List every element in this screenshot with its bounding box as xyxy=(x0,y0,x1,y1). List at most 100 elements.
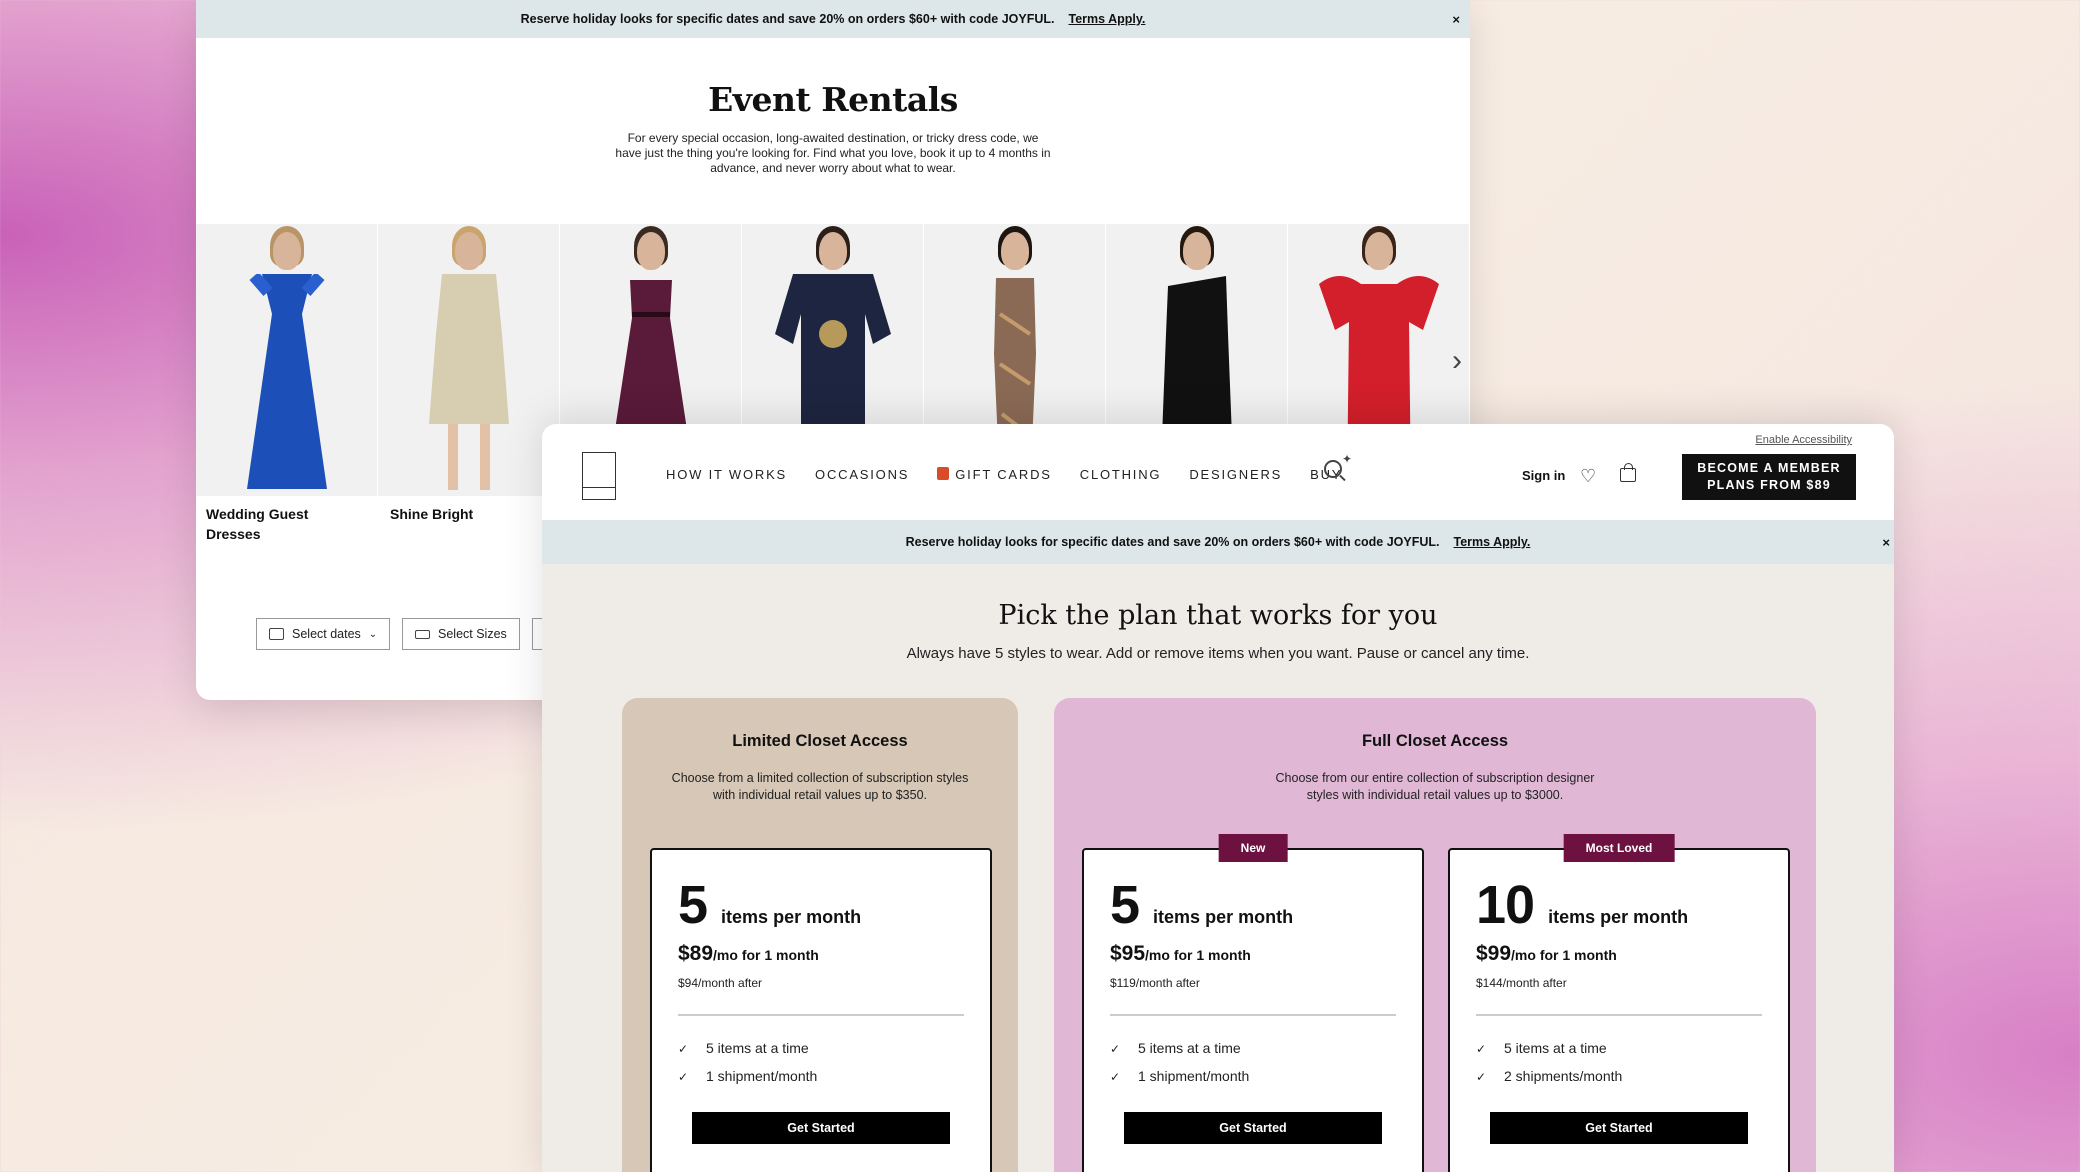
logo-line xyxy=(583,487,615,488)
close-icon[interactable]: × xyxy=(1882,535,1890,550)
nav-links: HOW IT WORKS OCCASIONS GIFT CARDS CLOTHI… xyxy=(666,467,1342,482)
dress-image-blue[interactable] xyxy=(196,224,377,496)
price-suffix: /mo for 1 month xyxy=(1511,947,1617,963)
head-shape xyxy=(272,232,301,270)
page-title: Event Rentals xyxy=(708,80,958,119)
divider xyxy=(678,1014,964,1016)
dress-image-sequin[interactable] xyxy=(378,224,559,496)
price-amount: $99 xyxy=(1476,942,1512,965)
head-shape xyxy=(1182,232,1211,270)
sign-in-link[interactable]: Sign in xyxy=(1522,468,1565,483)
get-started-button[interactable]: Get Started xyxy=(692,1112,950,1144)
ruler-icon xyxy=(415,629,430,639)
nav-designers[interactable]: DESIGNERS xyxy=(1189,467,1282,482)
search-icon[interactable] xyxy=(1324,460,1342,478)
head-shape xyxy=(818,232,847,270)
feature-text: 5 items at a time xyxy=(706,1040,809,1056)
close-icon[interactable]: × xyxy=(1452,12,1460,27)
new-badge: New xyxy=(1218,834,1288,862)
head-shape xyxy=(454,232,483,270)
panel-description: Choose from our entire collection of sub… xyxy=(1275,771,1595,802)
plans-heading: Pick the plan that works for you xyxy=(998,600,1438,631)
head-shape xyxy=(636,232,665,270)
gift-icon xyxy=(937,467,950,480)
price-amount: $89 xyxy=(678,942,714,965)
panel-title: Full Closet Access xyxy=(1361,732,1509,750)
shopping-bag-icon[interactable] xyxy=(1620,463,1636,482)
select-dates-label: Select dates xyxy=(292,627,361,641)
check-icon: ✓ xyxy=(678,1070,689,1084)
member-line2: PLANS FROM $89 xyxy=(1707,478,1831,492)
nav-gift-cards-label: GIFT CARDS xyxy=(955,467,1052,482)
top-nav: HOW IT WORKS OCCASIONS GIFT CARDS CLOTHI… xyxy=(542,424,1894,520)
plan-qty-unit: items per month xyxy=(1153,907,1294,927)
member-line1: BECOME A MEMBER xyxy=(1697,461,1841,475)
select-dates-button[interactable]: Select dates ⌄ xyxy=(256,618,391,650)
dress-blue xyxy=(246,274,327,489)
sparkle-icon: ✦ xyxy=(1342,452,1353,466)
get-started-button[interactable]: Get Started xyxy=(1490,1112,1748,1144)
feature-text: 1 shipment/month xyxy=(706,1068,818,1084)
full-closet-panel: Full Closet Access Choose from our entir… xyxy=(1054,698,1816,1172)
check-icon: ✓ xyxy=(678,1042,689,1056)
promo-banner: Reserve holiday looks for specific dates… xyxy=(542,520,1894,564)
plan-price: $99/mo for 1 month xyxy=(1476,942,1617,966)
plans-window: HOW IT WORKS OCCASIONS GIFT CARDS CLOTHI… xyxy=(542,424,1894,1172)
chevron-right-icon[interactable]: › xyxy=(1452,344,1462,378)
most-loved-badge: Most Loved xyxy=(1563,834,1675,862)
terms-link[interactable]: Terms Apply. xyxy=(1069,12,1146,26)
check-icon: ✓ xyxy=(1476,1070,1487,1084)
plan-qty-number: 5 xyxy=(1110,875,1140,935)
plan-qty-unit: items per month xyxy=(721,907,862,927)
divider xyxy=(1476,1014,1762,1016)
nav-how-it-works[interactable]: HOW IT WORKS xyxy=(666,467,787,482)
feature-text: 2 shipments/month xyxy=(1504,1068,1623,1084)
feature-item: ✓ 5 items at a time xyxy=(1110,1040,1241,1056)
head-shape xyxy=(1364,232,1393,270)
page-description: For every special occasion, long-awaited… xyxy=(615,131,1051,175)
price-amount: $95 xyxy=(1110,942,1146,965)
plan-qty-number: 5 xyxy=(678,875,708,935)
plan-price: $89/mo for 1 month xyxy=(678,942,819,966)
plan-quantity: 10 items per month xyxy=(1476,874,1688,936)
price-after: $94/month after xyxy=(678,976,763,990)
plan-quantity: 5 items per month xyxy=(1110,874,1293,936)
price-after: $119/month after xyxy=(1110,976,1200,990)
plan-card: 5 items per month $89/mo for 1 month $94… xyxy=(650,848,992,1172)
check-icon: ✓ xyxy=(1110,1042,1121,1056)
select-sizes-label: Select Sizes xyxy=(438,627,507,641)
heart-icon[interactable]: ♡ xyxy=(1580,466,1596,487)
feature-text: 1 shipment/month xyxy=(1138,1068,1250,1084)
nav-gift-cards[interactable]: GIFT CARDS xyxy=(937,467,1052,482)
become-member-button[interactable]: BECOME A MEMBER PLANS FROM $89 xyxy=(1682,454,1856,500)
promo-text: Reserve holiday looks for specific dates… xyxy=(905,535,1440,549)
panel-description: Choose from a limited collection of subs… xyxy=(671,771,969,802)
feature-text: 5 items at a time xyxy=(1138,1040,1241,1056)
head-shape xyxy=(1000,232,1029,270)
category-label[interactable]: Wedding Guest Dresses xyxy=(206,504,356,544)
calendar-icon xyxy=(269,628,284,640)
plan-card: New 5 items per month $95/mo for 1 month… xyxy=(1082,834,1424,1172)
terms-link[interactable]: Terms Apply. xyxy=(1454,535,1531,549)
limited-closet-panel: Limited Closet Access Choose from a limi… xyxy=(622,698,1018,1172)
promo-banner: Reserve holiday looks for specific dates… xyxy=(196,0,1470,38)
nav-occasions[interactable]: OCCASIONS xyxy=(815,467,909,482)
enable-accessibility-link[interactable]: Enable Accessibility xyxy=(1755,434,1852,446)
feature-item: ✓ 5 items at a time xyxy=(678,1040,809,1056)
logo-icon[interactable] xyxy=(582,452,616,500)
price-after: $144/month after xyxy=(1476,976,1567,990)
divider xyxy=(1110,1014,1396,1016)
feature-text: 5 items at a time xyxy=(1504,1040,1607,1056)
plan-qty-unit: items per month xyxy=(1548,907,1689,927)
feature-item: ✓ 1 shipment/month xyxy=(1110,1068,1249,1084)
plans-subheading: Always have 5 styles to wear. Add or rem… xyxy=(906,645,1530,662)
get-started-button[interactable]: Get Started xyxy=(1124,1112,1382,1144)
nav-clothing[interactable]: CLOTHING xyxy=(1080,467,1162,482)
feature-item: ✓ 5 items at a time xyxy=(1476,1040,1607,1056)
check-icon: ✓ xyxy=(1476,1042,1487,1056)
feature-item: ✓ 1 shipment/month xyxy=(678,1068,817,1084)
dress-sequin xyxy=(428,274,509,490)
select-sizes-button[interactable]: Select Sizes xyxy=(402,618,520,650)
plan-qty-number: 10 xyxy=(1476,875,1535,935)
category-label[interactable]: Shine Bright xyxy=(390,504,473,524)
